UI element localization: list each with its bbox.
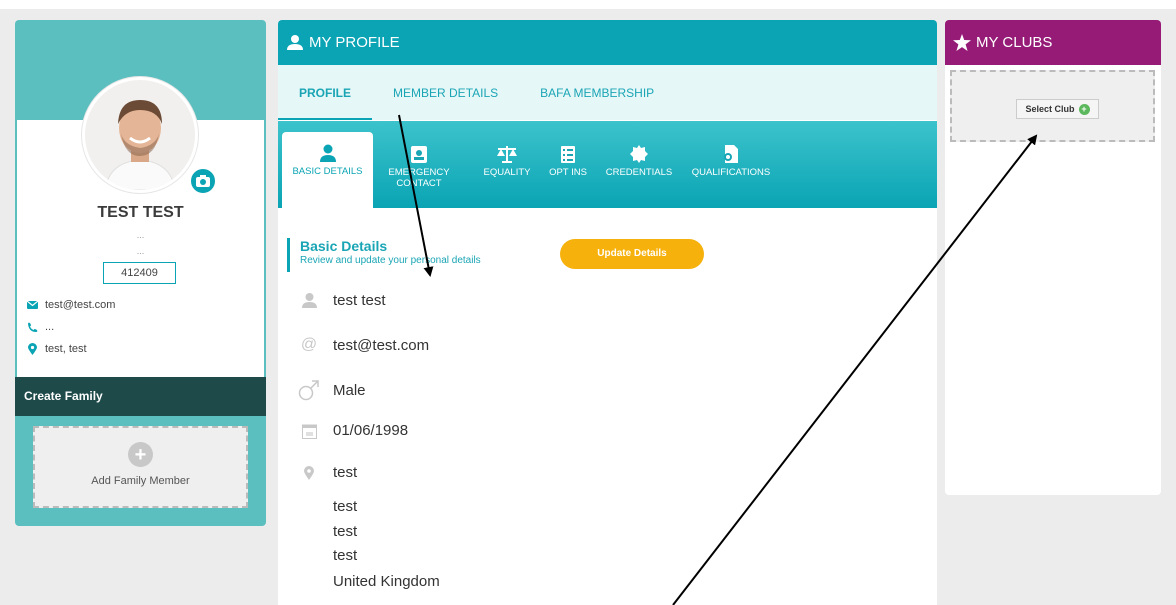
phone-icon	[25, 322, 39, 333]
certificate-icon	[685, 143, 777, 165]
my-profile-panel: MY PROFILE PROFILE MEMBER DETAILS BAFA M…	[278, 20, 937, 605]
my-profile-header: MY PROFILE	[278, 20, 937, 65]
tab-profile[interactable]: PROFILE	[278, 65, 373, 120]
my-clubs-header: MY CLUBS	[945, 20, 1161, 65]
person-icon	[282, 142, 373, 164]
profile-line-1: ...	[136, 230, 145, 240]
scales-icon	[481, 143, 533, 165]
top-strip	[0, 0, 1176, 9]
update-details-button[interactable]: Update Details	[560, 239, 704, 269]
at-sign-icon: @	[300, 336, 318, 353]
detail-address: test	[298, 464, 357, 481]
address-line-4: test	[333, 547, 358, 564]
add-icon: +	[1078, 103, 1090, 115]
plus-circle-icon: +	[128, 442, 153, 467]
subtab-emergency-contact-label: EMERGENCY CONTACT	[388, 167, 450, 189]
map-pin-icon	[298, 465, 320, 480]
my-profile-title: MY PROFILE	[309, 34, 400, 51]
detail-email: @ test@test.com	[298, 336, 429, 354]
subtab-credentials-label: CREDENTIALS	[605, 167, 673, 178]
address-line-3: test	[333, 523, 358, 540]
subtab-opt-ins-label: OPT INS	[549, 167, 587, 178]
contact-email-text: test@test.com	[45, 299, 116, 311]
profile-line-2: ...	[136, 246, 145, 256]
subtab-equality[interactable]: EQUALITY	[481, 143, 533, 209]
user-icon	[287, 35, 303, 50]
map-pin-icon	[25, 343, 39, 355]
contact-email: test@test.com	[25, 299, 115, 311]
contact-location-text: test, test	[45, 343, 87, 355]
create-family-bar[interactable]: Create Family	[15, 377, 266, 416]
tab-bafa-membership[interactable]: BAFA MEMBERSHIP	[540, 65, 654, 120]
tab-member-details[interactable]: MEMBER DETAILS	[393, 65, 498, 120]
my-clubs-title: MY CLUBS	[976, 34, 1053, 51]
person-icon	[298, 293, 320, 308]
add-family-member-label: Add Family Member	[91, 475, 190, 487]
add-family-member-button[interactable]: + Add Family Member	[33, 426, 248, 508]
select-club-area: Select Club +	[950, 70, 1155, 142]
select-club-label: Select Club	[1025, 104, 1075, 114]
contact-phone: ...	[25, 321, 54, 333]
sub-tabs: BASIC DETAILS EMERGENCY CONTACT EQUALITY…	[278, 121, 937, 208]
member-name: TEST TEST	[97, 204, 184, 221]
detail-dob-text: 01/06/1998	[333, 422, 409, 439]
detail-gender-text: Male	[333, 381, 366, 399]
basic-details-heading: Basic Details Review and update your per…	[287, 238, 481, 272]
profile-card: TEST TEST ... ... 412409 test@test.com .…	[15, 20, 266, 526]
detail-email-text: test@test.com	[333, 336, 430, 354]
contact-location: test, test	[25, 343, 87, 355]
subtab-credentials[interactable]: CREDENTIALS	[601, 143, 677, 209]
address-line-5: United Kingdom	[333, 573, 440, 590]
member-id-box: 412409	[103, 262, 176, 284]
avatar[interactable]	[82, 77, 198, 193]
detail-dob: 01/06/1998	[298, 422, 408, 439]
address-line-2: test	[333, 498, 358, 515]
address-line-1: test	[333, 464, 358, 481]
my-clubs-panel: MY CLUBS Select Club +	[945, 20, 1161, 495]
subtab-equality-label: EQUALITY	[483, 167, 531, 178]
select-club-button[interactable]: Select Club +	[1016, 99, 1099, 119]
subtab-basic-details[interactable]: BASIC DETAILS	[282, 132, 373, 208]
detail-name-text: test test	[333, 292, 386, 309]
basic-details-title: Basic Details	[300, 238, 388, 254]
subtab-basic-details-label: BASIC DETAILS	[292, 166, 363, 177]
contact-card-icon	[379, 143, 459, 165]
detail-gender: Male	[298, 379, 366, 401]
star-icon	[953, 34, 971, 51]
contact-phone-text: ...	[45, 321, 55, 333]
avatar-photo	[85, 80, 195, 190]
male-symbol-icon	[298, 379, 320, 401]
camera-icon[interactable]	[189, 167, 217, 195]
subtab-opt-ins[interactable]: OPT INS	[543, 143, 593, 209]
checklist-icon	[543, 143, 593, 165]
detail-name: test test	[298, 292, 386, 309]
envelope-icon	[25, 301, 39, 309]
subtab-emergency-contact[interactable]: EMERGENCY CONTACT	[379, 143, 459, 209]
badge-icon	[601, 143, 677, 165]
calendar-icon	[298, 423, 320, 439]
profile-tabs: PROFILE MEMBER DETAILS BAFA MEMBERSHIP	[278, 65, 937, 120]
subtab-qualifications[interactable]: QUALIFICATIONS	[685, 143, 777, 209]
subtab-qualifications-label: QUALIFICATIONS	[691, 167, 771, 178]
basic-details-subtitle: Review and update your personal details	[300, 255, 481, 266]
